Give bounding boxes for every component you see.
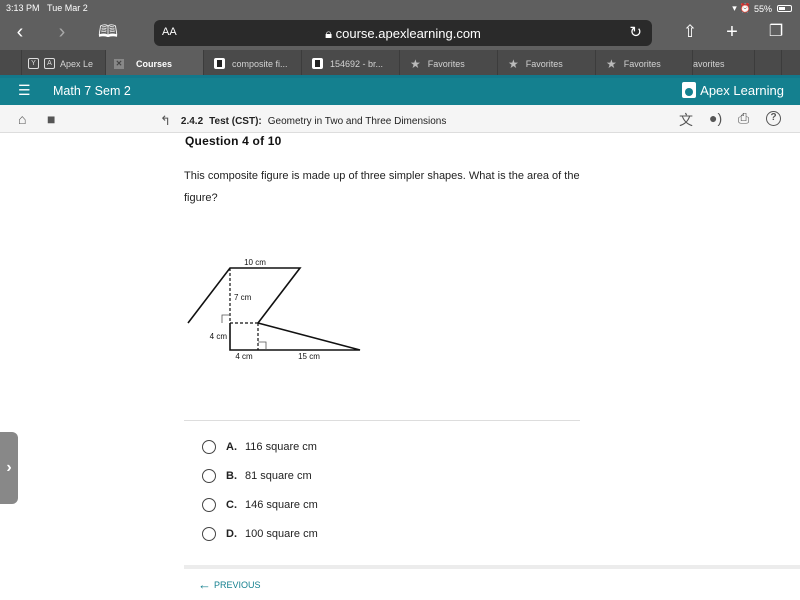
right-angle-mark xyxy=(258,341,267,350)
tab-spacer xyxy=(0,50,22,77)
status-bar: 3:13 PM Tue Mar 2 ▾ ⏰ 55% xyxy=(0,0,800,16)
label-left-side: 4 cm xyxy=(210,332,228,341)
url-text: 🔒︎ course.apexlearning.com xyxy=(325,26,481,41)
tab-composite[interactable]: composite fi... xyxy=(204,50,302,77)
alarm-icon: ⏰ xyxy=(739,3,751,13)
new-tab-icon[interactable]: + xyxy=(720,20,744,44)
previous-button[interactable]: ← PREVIOUS xyxy=(198,577,261,592)
tab-bar: Y A Apex Le ✕ Courses composite fi... 15… xyxy=(0,50,800,77)
reload-icon[interactable]: ↻ xyxy=(629,23,642,41)
answer-option-d[interactable]: D. 100 square cm xyxy=(202,527,318,541)
tab-154692[interactable]: 154692 - br... xyxy=(302,50,400,77)
tab-close-icon[interactable]: ✕ xyxy=(114,58,124,69)
brainly-icon xyxy=(214,58,225,69)
help-icon[interactable]: ? xyxy=(766,111,781,126)
label-top: 10 cm xyxy=(244,258,266,267)
answer-option-b[interactable]: B. 81 square cm xyxy=(202,469,312,483)
status-indicators: ▾ ⏰ 55% xyxy=(732,3,792,14)
up-level-icon[interactable]: ↰ xyxy=(160,113,171,129)
tab-favorites-1[interactable]: ★ Favorites xyxy=(400,50,498,77)
forward-button[interactable]: › xyxy=(50,20,74,44)
radio-button[interactable] xyxy=(202,527,216,541)
tab-courses[interactable]: ✕ Courses xyxy=(106,50,204,77)
label-bottom-right: 15 cm xyxy=(298,352,320,361)
briefcase-icon[interactable]: ■ xyxy=(47,111,55,127)
translate-icon[interactable]: 文 xyxy=(679,110,693,130)
print-icon[interactable]: ⎙ xyxy=(738,110,749,127)
radio-button[interactable] xyxy=(202,498,216,512)
composite-figure: 10 cm 7 cm 4 cm 4 cm 15 cm xyxy=(187,258,361,361)
tabs-overview-icon[interactable]: ❐ xyxy=(764,20,788,44)
apex-logo: Apex Learning xyxy=(682,82,784,98)
read-aloud-icon[interactable]: ●) xyxy=(709,110,722,126)
arrow-left-icon: ← xyxy=(198,577,211,592)
tab-favorites-4[interactable]: avorites xyxy=(693,50,755,77)
activity-header: ⌂ ■ ↰ 2.4.2 Test (CST): Geometry in Two … xyxy=(0,105,800,133)
activity-topic: Geometry in Two and Three Dimensions xyxy=(267,115,447,127)
answer-option-c[interactable]: C. 146 square cm xyxy=(202,498,318,512)
status-time: 3:13 PM Tue Mar 2 xyxy=(6,3,88,13)
label-bottom-left: 4 cm xyxy=(235,352,253,361)
favicon-a-icon: A xyxy=(44,58,55,69)
back-button[interactable]: ‹ xyxy=(8,20,32,44)
course-title: Math 7 Sem 2 xyxy=(53,84,131,98)
star-icon: ★ xyxy=(508,56,519,71)
tab-favorites-2[interactable]: ★ Favorites xyxy=(498,50,596,77)
brainly-icon xyxy=(312,58,323,69)
right-angle-mark xyxy=(221,314,230,323)
breadcrumb: ↰ 2.4.2 Test (CST): Geometry in Two and … xyxy=(160,113,446,129)
divider xyxy=(184,420,580,421)
radio-button[interactable] xyxy=(202,469,216,483)
star-icon: ★ xyxy=(410,56,421,71)
share-icon[interactable]: ⇧ xyxy=(678,20,702,44)
tab-favorites-3[interactable]: ★ Favorites xyxy=(596,50,693,77)
app-header: ☰ Math 7 Sem 2 Apex Learning xyxy=(0,78,800,105)
question-text: This composite figure is made up of thre… xyxy=(184,170,580,204)
section-number: 2.4.2 xyxy=(180,115,204,127)
side-panel-toggle[interactable]: › xyxy=(0,432,18,504)
wifi-icon: ▾ xyxy=(732,3,737,13)
question-title: Question 4 of 10 xyxy=(185,134,282,148)
menu-icon[interactable]: ☰ xyxy=(18,82,31,99)
home-icon[interactable]: ⌂ xyxy=(18,111,26,127)
tab-apex[interactable]: Y A Apex Le xyxy=(22,50,106,77)
footer-divider xyxy=(184,565,800,569)
battery-percent: 55% xyxy=(753,3,772,14)
bookmarks-icon[interactable]: 🕮 xyxy=(96,20,120,44)
activity-type: Test (CST): xyxy=(209,115,262,127)
lock-icon: 🔒︎ xyxy=(325,26,336,41)
battery-icon xyxy=(777,5,792,12)
tab-spacer-right xyxy=(755,50,782,77)
browser-toolbar: ‹ › 🕮 AA 🔒︎ course.apexlearning.com ↻ ⇧ … xyxy=(0,16,800,50)
radio-button[interactable] xyxy=(202,440,216,454)
star-icon: ★ xyxy=(606,56,617,71)
triangle-outline xyxy=(229,322,361,351)
answer-option-a[interactable]: A. 116 square cm xyxy=(202,440,317,454)
favicon-y-icon: Y xyxy=(28,58,39,69)
label-height: 7 cm xyxy=(234,293,252,302)
address-bar[interactable]: AA 🔒︎ course.apexlearning.com ↻ xyxy=(154,20,652,46)
apex-logo-icon xyxy=(682,82,697,98)
